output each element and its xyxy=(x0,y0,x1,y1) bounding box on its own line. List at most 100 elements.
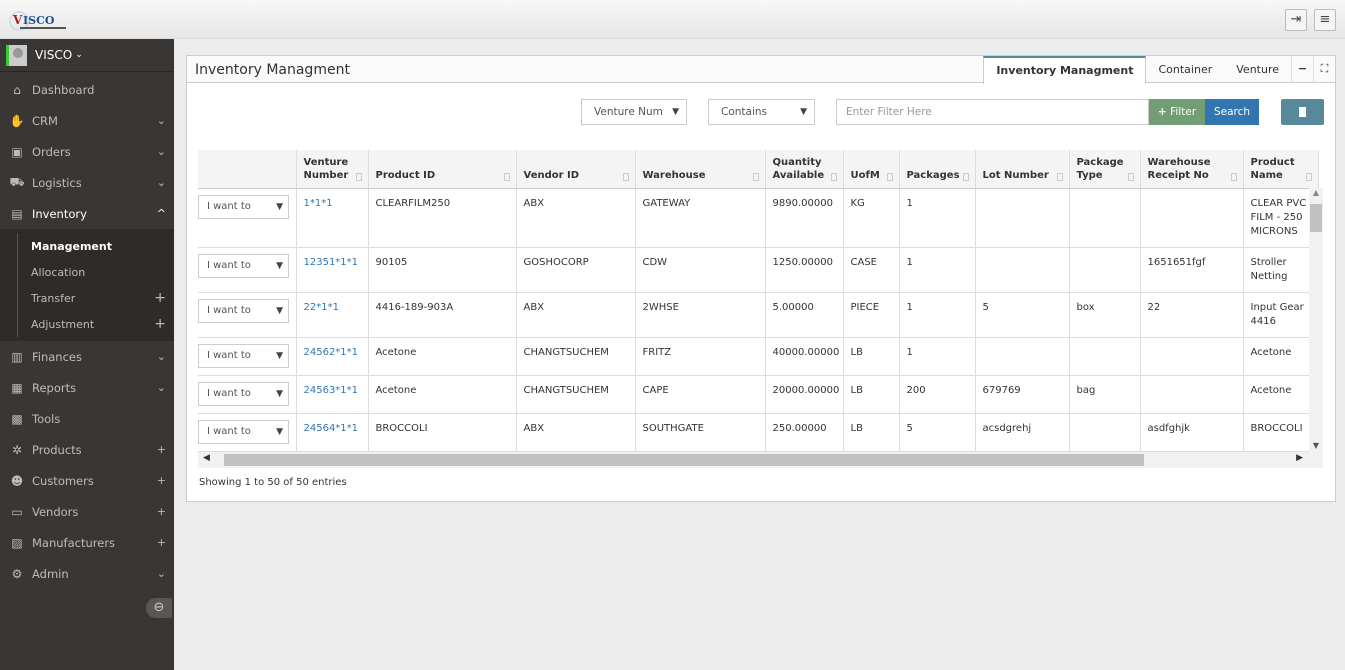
sort-icon[interactable] xyxy=(1305,172,1312,181)
sidebar-item-dashboard[interactable]: ⌂ Dashboard xyxy=(0,74,174,105)
excel-export-button[interactable] xyxy=(1281,99,1324,125)
sidebar-item-finances[interactable]: ▥ Finances ⌄ xyxy=(0,341,174,372)
tab-inventory-managment[interactable]: Inventory Managment xyxy=(983,56,1147,84)
table-cell: Acetone xyxy=(1243,337,1319,376)
collapse-sidebar-button[interactable]: ⊖ xyxy=(146,598,172,618)
sidebar-item-manufacturers[interactable]: ▨ Manufacturers + xyxy=(0,527,174,558)
sort-icon[interactable] xyxy=(622,172,629,181)
column-header[interactable]: Warehouse Receipt No xyxy=(1140,150,1244,189)
action-select[interactable]: I want to xyxy=(198,194,289,219)
table-cell: 22 xyxy=(1140,292,1244,338)
sidebar-subitem-allocation[interactable]: Allocation xyxy=(17,259,174,285)
sort-icon[interactable] xyxy=(962,172,969,181)
column-header[interactable]: Quantity Available xyxy=(765,150,844,189)
sidebar-item-orders[interactable]: ▣ Orders ⌄ xyxy=(0,136,174,167)
subitem-label: Management xyxy=(31,239,112,253)
sort-icon[interactable] xyxy=(1056,172,1063,181)
filter-field-select[interactable]: Venture Num xyxy=(581,99,687,125)
subitem-label: Adjustment xyxy=(31,317,95,331)
column-header[interactable]: Warehouse xyxy=(635,150,766,189)
action-select[interactable]: I want to xyxy=(198,298,289,323)
action-select[interactable]: I want to xyxy=(198,419,289,444)
table-cell: 5 xyxy=(899,413,976,452)
column-header[interactable]: Packages xyxy=(899,150,976,189)
sign-out-icon[interactable]: ⇥ xyxy=(1285,9,1307,31)
sort-icon[interactable] xyxy=(355,172,362,181)
action-select[interactable]: I want to xyxy=(198,253,289,278)
filter-input[interactable] xyxy=(836,99,1149,125)
search-button[interactable]: Search xyxy=(1205,99,1259,125)
table-cell: acsdgrehj xyxy=(975,413,1070,452)
expand-icon: ^ xyxy=(156,207,166,220)
toolbox-icon: ▩ xyxy=(11,411,23,426)
column-header[interactable]: Product ID xyxy=(368,150,517,189)
table-cell xyxy=(1140,337,1244,376)
table-cell: PIECE xyxy=(843,292,900,338)
action-select[interactable]: I want to xyxy=(198,381,289,406)
venture-number-link[interactable]: 12351*1*1 xyxy=(304,257,359,268)
horizontal-scrollbar[interactable]: ◀ ▶ xyxy=(198,452,1323,468)
vendor-icon: ▭ xyxy=(11,504,23,519)
minimize-icon[interactable]: − xyxy=(1291,56,1313,83)
table-cell: asdfghjk xyxy=(1140,413,1244,452)
cog-icon: ⚙ xyxy=(11,566,23,581)
column-header[interactable]: UofM xyxy=(843,150,900,189)
table-cell: box xyxy=(1069,292,1141,338)
sidebar-subitem-transfer[interactable]: Transfer + xyxy=(17,285,174,311)
sidebar-item-logistics[interactable]: ⛟ Logistics ⌄ xyxy=(0,167,174,198)
column-header[interactable]: Lot Number xyxy=(975,150,1070,189)
sidebar-item-inventory[interactable]: ▤ Inventory ^ xyxy=(0,198,174,229)
sidebar-item-label: Reports xyxy=(32,380,77,395)
sidebar-subitem-adjustment[interactable]: Adjustment + xyxy=(17,311,174,337)
sort-icon[interactable] xyxy=(830,172,837,181)
table-cell: CLEAR PVC FILM - 250 MICRONS xyxy=(1243,188,1319,248)
expand-icon: + xyxy=(156,536,166,549)
expand-icon: + xyxy=(156,443,166,456)
sidebar-item-crm[interactable]: ✋ CRM ⌄ xyxy=(0,105,174,136)
sort-icon[interactable] xyxy=(886,172,893,181)
column-title: Warehouse Receipt No xyxy=(1147,156,1211,181)
users-icon: ☻ xyxy=(10,473,24,488)
add-filter-button[interactable]: + Filter xyxy=(1149,99,1205,125)
venture-number-link[interactable]: 24562*1*1 xyxy=(304,347,359,358)
sidebar-item-products[interactable]: ✲ Products + xyxy=(0,434,174,465)
tab-container[interactable]: Container xyxy=(1146,56,1224,83)
tab-venture[interactable]: Venture xyxy=(1224,56,1291,83)
sidebar-item-tools[interactable]: ▩ Tools xyxy=(0,403,174,434)
table-cell xyxy=(1069,413,1141,452)
column-header[interactable]: Vendor ID xyxy=(516,150,636,189)
table-cell: LB xyxy=(843,375,900,414)
sidebar-item-admin[interactable]: ⚙ Admin ⌄ xyxy=(0,558,174,589)
venture-number-link[interactable]: 22*1*1 xyxy=(304,302,339,313)
sort-icon[interactable] xyxy=(1230,172,1237,181)
sidebar-item-reports[interactable]: ▦ Reports ⌄ xyxy=(0,372,174,403)
venture-number-link[interactable]: 24564*1*1 xyxy=(304,423,359,434)
sidebar-item-vendors[interactable]: ▭ Vendors + xyxy=(0,496,174,527)
table-cell: FRITZ xyxy=(635,337,766,376)
venture-number-link[interactable]: 1*1*1 xyxy=(304,198,333,209)
sort-icon[interactable] xyxy=(503,172,510,181)
sort-icon[interactable] xyxy=(1127,172,1134,181)
sidebar-subitem-management[interactable]: Management xyxy=(17,233,174,259)
sidebar-item-label: Customers xyxy=(32,473,94,488)
vertical-scrollbar[interactable]: ▲ ▼ xyxy=(1309,188,1323,452)
column-header[interactable]: Package Type xyxy=(1069,150,1141,189)
user-menu[interactable]: VISCO ⌄ xyxy=(0,39,174,72)
column-header[interactable]: Product Name xyxy=(1243,150,1319,189)
hamburger-icon[interactable]: ≡ xyxy=(1314,9,1336,31)
fullscreen-icon[interactable]: ⛶ xyxy=(1313,56,1335,83)
table-cell: 90105 xyxy=(368,247,517,293)
table-cell: Input Gear 4416 xyxy=(1243,292,1319,338)
action-select[interactable]: I want to xyxy=(198,343,289,368)
table-cell xyxy=(975,247,1070,293)
sort-icon[interactable] xyxy=(752,172,759,181)
column-header[interactable]: Venture Number xyxy=(296,150,369,189)
venture-number-link[interactable]: 24563*1*1 xyxy=(304,385,359,396)
filter-operator-select[interactable]: Contains xyxy=(708,99,815,125)
table-cell xyxy=(1140,188,1244,248)
table-cell: Stroller Netting xyxy=(1243,247,1319,293)
table-row: I want to 1*1*1 CLEARFILM250ABXGATEWAY9890… xyxy=(198,188,1319,248)
sidebar-item-customers[interactable]: ☻ Customers + xyxy=(0,465,174,496)
expand-icon: ⌄ xyxy=(156,567,166,580)
table-cell: 1 xyxy=(899,292,976,338)
